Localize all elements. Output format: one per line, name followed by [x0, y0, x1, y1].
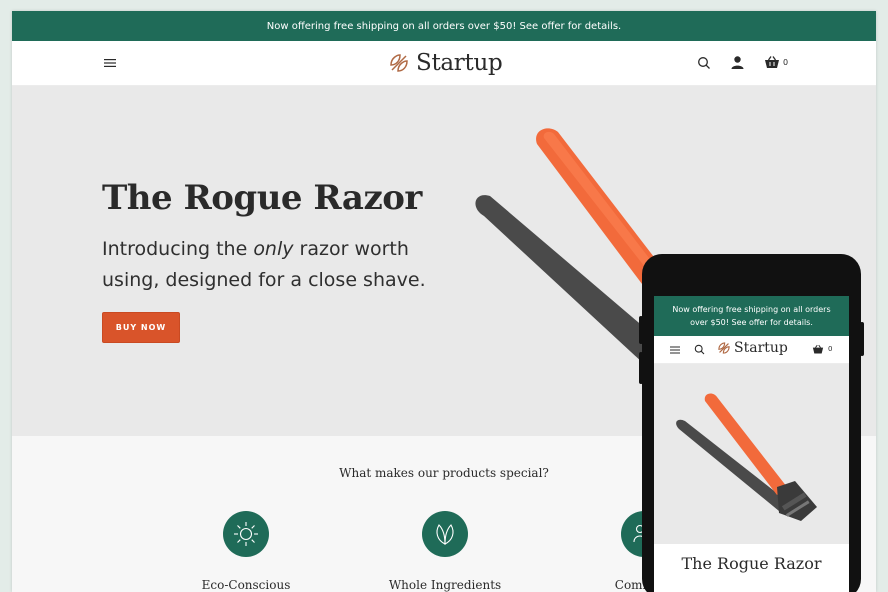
hero-title: The Rogue Razor [102, 178, 422, 218]
leaf-icon [436, 524, 454, 545]
mobile-search-icon[interactable] [694, 344, 705, 355]
feature-label: Eco-Conscious [201, 578, 291, 592]
sun-icon [234, 522, 258, 546]
announcement-bar: Now offering free shipping on all orders… [12, 11, 876, 41]
mobile-announcement-text: Now offering free shipping on all orders… [672, 305, 831, 327]
hamburger-menu-icon[interactable] [104, 57, 116, 69]
mobile-cart-count: 0 [828, 345, 833, 353]
search-icon[interactable] [697, 56, 711, 70]
cart-count: 0 [783, 58, 789, 67]
announcement-text: Now offering free shipping on all orders… [266, 20, 622, 32]
mobile-hero-title: The Rogue Razor [681, 554, 822, 573]
hero-subtitle-emphasis: only [253, 238, 294, 260]
mobile-header: Startup 0 [654, 336, 849, 364]
feature-whole-ingredients: Whole Ingredients [355, 511, 535, 592]
mobile-screen: Now offering free shipping on all orders… [654, 296, 849, 592]
logo-mark-icon [718, 342, 730, 354]
cart-icon[interactable] [764, 55, 780, 70]
mobile-hamburger-menu-icon[interactable] [670, 345, 680, 355]
account-icon[interactable] [730, 55, 745, 70]
feature-icon-circle [422, 511, 468, 557]
feature-icon-circle [223, 511, 269, 557]
hero-subtitle-start: Introducing the [102, 238, 254, 260]
mobile-site-logo[interactable]: Startup [717, 340, 788, 356]
mobile-hero [654, 364, 849, 544]
buy-now-button[interactable]: BUY NOW [102, 312, 180, 343]
logo-mark-icon [390, 54, 408, 72]
site-header: Startup 0 [12, 41, 876, 86]
mobile-announcement-bar: Now offering free shipping on all orders… [654, 296, 849, 336]
logo-text: Startup [416, 50, 503, 76]
phone-side-button [639, 352, 643, 384]
feature-eco-conscious: Eco-Conscious [156, 511, 336, 592]
mobile-logo-text: Startup [734, 340, 788, 356]
mobile-device-mockup: Now offering free shipping on all orders… [639, 254, 864, 592]
hero-subtitle: Introducing the only razor worth using, … [102, 234, 432, 296]
feature-label: Whole Ingredients [388, 578, 502, 592]
phone-side-button [860, 322, 864, 356]
site-logo[interactable]: Startup [388, 50, 503, 76]
mobile-razor-image [676, 393, 817, 521]
mobile-cart-icon[interactable] [812, 344, 824, 355]
phone-side-button [639, 316, 643, 344]
